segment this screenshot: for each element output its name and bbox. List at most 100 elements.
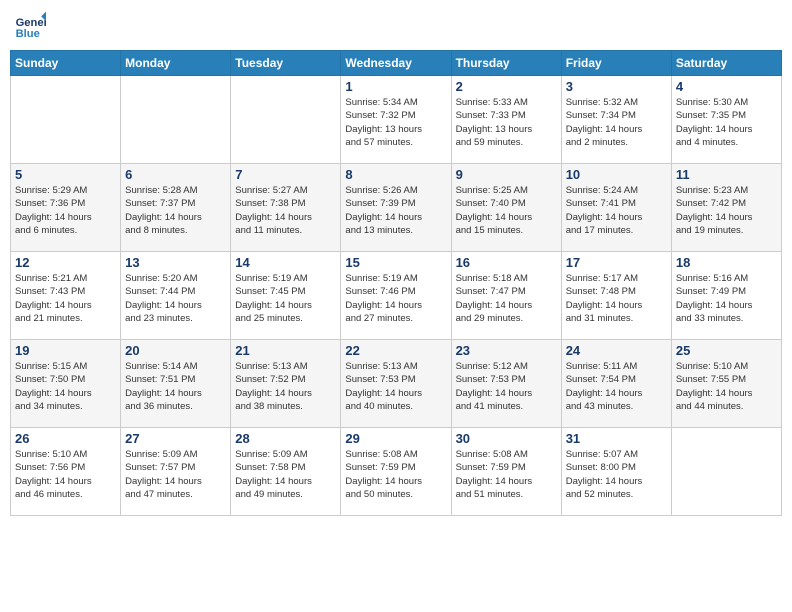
day-cell: 4 Sunrise: 5:30 AMSunset: 7:35 PMDaylight… xyxy=(671,76,781,164)
day-info: Sunrise: 5:09 AMSunset: 7:57 PMDaylight:… xyxy=(125,448,226,501)
day-info: Sunrise: 5:30 AMSunset: 7:35 PMDaylight:… xyxy=(676,96,777,149)
day-cell: 21Sunrise: 5:13 AMSunset: 7:52 PMDayligh… xyxy=(231,340,341,428)
day-info: Sunrise: 5:09 AMSunset: 7:58 PMDaylight:… xyxy=(235,448,336,501)
column-header-friday: Friday xyxy=(561,51,671,76)
day-cell: 8 Sunrise: 5:26 AMSunset: 7:39 PMDaylight… xyxy=(341,164,451,252)
day-number: 25 xyxy=(676,343,777,358)
day-number: 28 xyxy=(235,431,336,446)
calendar-header: SundayMondayTuesdayWednesdayThursdayFrid… xyxy=(11,51,782,76)
day-number: 8 xyxy=(345,167,446,182)
day-cell: 26 Sunrise: 5:10 AMSunset: 7:56 PMDayligh… xyxy=(11,428,121,516)
day-cell: 12 Sunrise: 5:21 AMSunset: 7:43 PMDayligh… xyxy=(11,252,121,340)
day-info: Sunrise: 5:11 AMSunset: 7:54 PMDaylight:… xyxy=(566,360,667,413)
day-info: Sunrise: 5:07 AMSunset: 8:00 PMDaylight:… xyxy=(566,448,667,501)
day-number: 7 xyxy=(235,167,336,182)
day-cell: 17 Sunrise: 5:17 AMSunset: 7:48 PMDayligh… xyxy=(561,252,671,340)
day-number: 2 xyxy=(456,79,557,94)
day-number: 18 xyxy=(676,255,777,270)
day-info: Sunrise: 5:19 AMSunset: 7:45 PMDaylight:… xyxy=(235,272,336,325)
day-info: Sunrise: 5:34 AMSunset: 7:32 PMDaylight:… xyxy=(345,96,446,149)
day-cell xyxy=(11,76,121,164)
day-number: 26 xyxy=(15,431,116,446)
day-number: 24 xyxy=(566,343,667,358)
day-cell: 11Sunrise: 5:23 AMSunset: 7:42 PMDayligh… xyxy=(671,164,781,252)
day-number: 3 xyxy=(566,79,667,94)
day-cell: 9Sunrise: 5:25 AMSunset: 7:40 PMDaylight… xyxy=(451,164,561,252)
day-cell: 28 Sunrise: 5:09 AMSunset: 7:58 PMDayligh… xyxy=(231,428,341,516)
day-number: 15 xyxy=(345,255,446,270)
day-info: Sunrise: 5:10 AMSunset: 7:56 PMDaylight:… xyxy=(15,448,116,501)
day-cell: 7 Sunrise: 5:27 AMSunset: 7:38 PMDaylight… xyxy=(231,164,341,252)
day-cell: 29 Sunrise: 5:08 AMSunset: 7:59 PMDayligh… xyxy=(341,428,451,516)
day-number: 21 xyxy=(235,343,336,358)
day-number: 1 xyxy=(345,79,446,94)
day-info: Sunrise: 5:18 AMSunset: 7:47 PMDaylight:… xyxy=(456,272,557,325)
day-info: Sunrise: 5:28 AMSunset: 7:37 PMDaylight:… xyxy=(125,184,226,237)
day-number: 4 xyxy=(676,79,777,94)
day-info: Sunrise: 5:29 AMSunset: 7:36 PMDaylight:… xyxy=(15,184,116,237)
day-cell: 1 Sunrise: 5:34 AMSunset: 7:32 PMDaylight… xyxy=(341,76,451,164)
day-number: 20 xyxy=(125,343,226,358)
day-info: Sunrise: 5:15 AMSunset: 7:50 PMDaylight:… xyxy=(15,360,116,413)
day-number: 22 xyxy=(345,343,446,358)
column-header-wednesday: Wednesday xyxy=(341,51,451,76)
day-info: Sunrise: 5:21 AMSunset: 7:43 PMDaylight:… xyxy=(15,272,116,325)
column-header-saturday: Saturday xyxy=(671,51,781,76)
day-number: 12 xyxy=(15,255,116,270)
day-number: 17 xyxy=(566,255,667,270)
day-info: Sunrise: 5:12 AMSunset: 7:53 PMDaylight:… xyxy=(456,360,557,413)
week-row-1: 1 Sunrise: 5:34 AMSunset: 7:32 PMDaylight… xyxy=(11,76,782,164)
day-info: Sunrise: 5:19 AMSunset: 7:46 PMDaylight:… xyxy=(345,272,446,325)
day-number: 6 xyxy=(125,167,226,182)
day-cell: 5Sunrise: 5:29 AMSunset: 7:36 PMDaylight… xyxy=(11,164,121,252)
calendar-table: SundayMondayTuesdayWednesdayThursdayFrid… xyxy=(10,50,782,516)
day-info: Sunrise: 5:26 AMSunset: 7:39 PMDaylight:… xyxy=(345,184,446,237)
day-number: 13 xyxy=(125,255,226,270)
day-info: Sunrise: 5:16 AMSunset: 7:49 PMDaylight:… xyxy=(676,272,777,325)
week-row-5: 26 Sunrise: 5:10 AMSunset: 7:56 PMDayligh… xyxy=(11,428,782,516)
day-cell: 3 Sunrise: 5:32 AMSunset: 7:34 PMDaylight… xyxy=(561,76,671,164)
day-cell xyxy=(671,428,781,516)
day-cell: 24 Sunrise: 5:11 AMSunset: 7:54 PMDayligh… xyxy=(561,340,671,428)
day-cell: 14 Sunrise: 5:19 AMSunset: 7:45 PMDayligh… xyxy=(231,252,341,340)
day-info: Sunrise: 5:27 AMSunset: 7:38 PMDaylight:… xyxy=(235,184,336,237)
day-cell xyxy=(121,76,231,164)
svg-text:Blue: Blue xyxy=(16,28,40,40)
day-number: 27 xyxy=(125,431,226,446)
day-info: Sunrise: 5:24 AMSunset: 7:41 PMDaylight:… xyxy=(566,184,667,237)
day-info: Sunrise: 5:08 AMSunset: 7:59 PMDaylight:… xyxy=(345,448,446,501)
day-cell: 16 Sunrise: 5:18 AMSunset: 7:47 PMDayligh… xyxy=(451,252,561,340)
day-cell: 20Sunrise: 5:14 AMSunset: 7:51 PMDayligh… xyxy=(121,340,231,428)
day-cell: 10Sunrise: 5:24 AMSunset: 7:41 PMDayligh… xyxy=(561,164,671,252)
day-cell: 25 Sunrise: 5:10 AMSunset: 7:55 PMDayligh… xyxy=(671,340,781,428)
day-cell: 22 Sunrise: 5:13 AMSunset: 7:53 PMDayligh… xyxy=(341,340,451,428)
day-cell: 30Sunrise: 5:08 AMSunset: 7:59 PMDayligh… xyxy=(451,428,561,516)
week-row-2: 5Sunrise: 5:29 AMSunset: 7:36 PMDaylight… xyxy=(11,164,782,252)
day-number: 31 xyxy=(566,431,667,446)
day-number: 11 xyxy=(676,167,777,182)
day-number: 14 xyxy=(235,255,336,270)
day-cell: 19 Sunrise: 5:15 AMSunset: 7:50 PMDayligh… xyxy=(11,340,121,428)
week-row-4: 19 Sunrise: 5:15 AMSunset: 7:50 PMDayligh… xyxy=(11,340,782,428)
day-number: 30 xyxy=(456,431,557,446)
day-cell: 27 Sunrise: 5:09 AMSunset: 7:57 PMDayligh… xyxy=(121,428,231,516)
day-info: Sunrise: 5:32 AMSunset: 7:34 PMDaylight:… xyxy=(566,96,667,149)
day-cell: 6 Sunrise: 5:28 AMSunset: 7:37 PMDaylight… xyxy=(121,164,231,252)
week-row-3: 12 Sunrise: 5:21 AMSunset: 7:43 PMDayligh… xyxy=(11,252,782,340)
day-cell: 13Sunrise: 5:20 AMSunset: 7:44 PMDayligh… xyxy=(121,252,231,340)
day-cell: 2 Sunrise: 5:33 AMSunset: 7:33 PMDaylight… xyxy=(451,76,561,164)
day-cell: 31 Sunrise: 5:07 AMSunset: 8:00 PMDayligh… xyxy=(561,428,671,516)
day-number: 9 xyxy=(456,167,557,182)
day-info: Sunrise: 5:13 AMSunset: 7:53 PMDaylight:… xyxy=(345,360,446,413)
day-number: 16 xyxy=(456,255,557,270)
day-number: 19 xyxy=(15,343,116,358)
day-info: Sunrise: 5:10 AMSunset: 7:55 PMDaylight:… xyxy=(676,360,777,413)
page-header: General Blue xyxy=(10,10,782,42)
logo: General Blue xyxy=(14,10,46,42)
day-info: Sunrise: 5:33 AMSunset: 7:33 PMDaylight:… xyxy=(456,96,557,149)
day-number: 29 xyxy=(345,431,446,446)
day-cell: 15 Sunrise: 5:19 AMSunset: 7:46 PMDayligh… xyxy=(341,252,451,340)
day-info: Sunrise: 5:17 AMSunset: 7:48 PMDaylight:… xyxy=(566,272,667,325)
day-cell xyxy=(231,76,341,164)
column-header-sunday: Sunday xyxy=(11,51,121,76)
